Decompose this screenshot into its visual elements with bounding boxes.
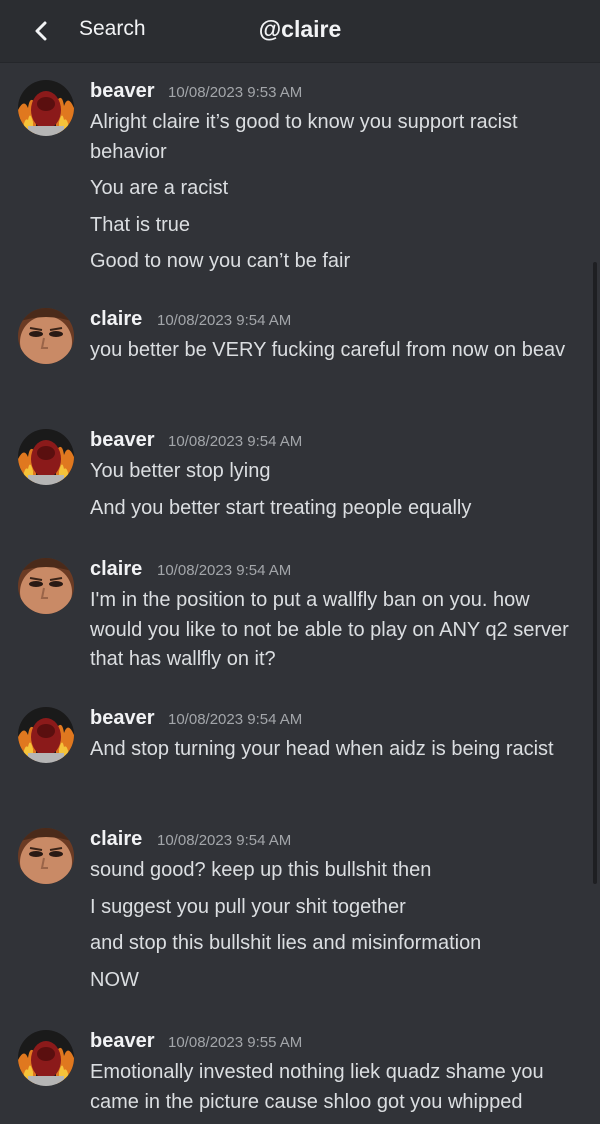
message-timestamp: 10/08/2023 9:54 AM <box>157 312 292 329</box>
message-text: and stop this bullshit lies and misinfor… <box>90 932 482 954</box>
beaver-avatar[interactable] <box>18 80 74 136</box>
scrollbar[interactable] <box>593 262 597 884</box>
message-text: sound good? keep up this bullshit then <box>90 859 432 881</box>
message-text: Alright claire it’s good to know you sup… <box>90 111 518 163</box>
message-timestamp: 10/08/2023 9:54 AM <box>168 433 303 450</box>
message-text: NOW <box>90 968 139 991</box>
message-text: You better stop lying <box>90 460 271 482</box>
message-author[interactable]: beaver <box>90 707 155 730</box>
claire-avatar[interactable] <box>18 828 74 884</box>
beaver-avatar[interactable] <box>18 429 74 485</box>
chat-header: Search @claire <box>0 0 600 63</box>
message-author[interactable]: claire <box>90 828 142 851</box>
message-timestamp: 10/08/2023 9:54 AM <box>157 832 292 849</box>
message-text: I suggest you pull your shit together <box>90 895 406 918</box>
message-timestamp: 10/08/2023 9:54 AM <box>168 711 303 728</box>
claire-avatar[interactable] <box>18 308 74 364</box>
message-author[interactable]: beaver <box>90 80 155 103</box>
message-text: Good to now you can’t be fair <box>90 250 351 272</box>
message-timestamp: 10/08/2023 9:55 AM <box>168 1034 303 1051</box>
channel-title: @claire <box>258 16 342 42</box>
claire-avatar[interactable] <box>18 558 74 614</box>
message-author[interactable]: claire <box>90 308 142 331</box>
message-text: you better be VERY fucking careful from … <box>90 339 566 361</box>
beaver-avatar[interactable] <box>18 1030 74 1086</box>
message-timestamp: 10/08/2023 9:53 AM <box>168 84 303 101</box>
message-text: Emotionally invested nothing liek quadz … <box>90 1061 544 1113</box>
message-text: And you better start treating people equ… <box>90 496 472 519</box>
message-text: You are a racist <box>90 177 229 199</box>
message-timestamp: 10/08/2023 9:54 AM <box>157 562 292 579</box>
message-text: And stop turning your head when aidz is … <box>90 738 554 760</box>
message-author[interactable]: beaver <box>90 1030 155 1053</box>
beaver-avatar[interactable] <box>18 707 74 763</box>
message-author[interactable]: beaver <box>90 429 155 452</box>
message-author[interactable]: claire <box>90 558 142 581</box>
message-text: That is true <box>90 213 191 236</box>
message-text: I'm in the position to put a wallfly ban… <box>90 589 569 670</box>
